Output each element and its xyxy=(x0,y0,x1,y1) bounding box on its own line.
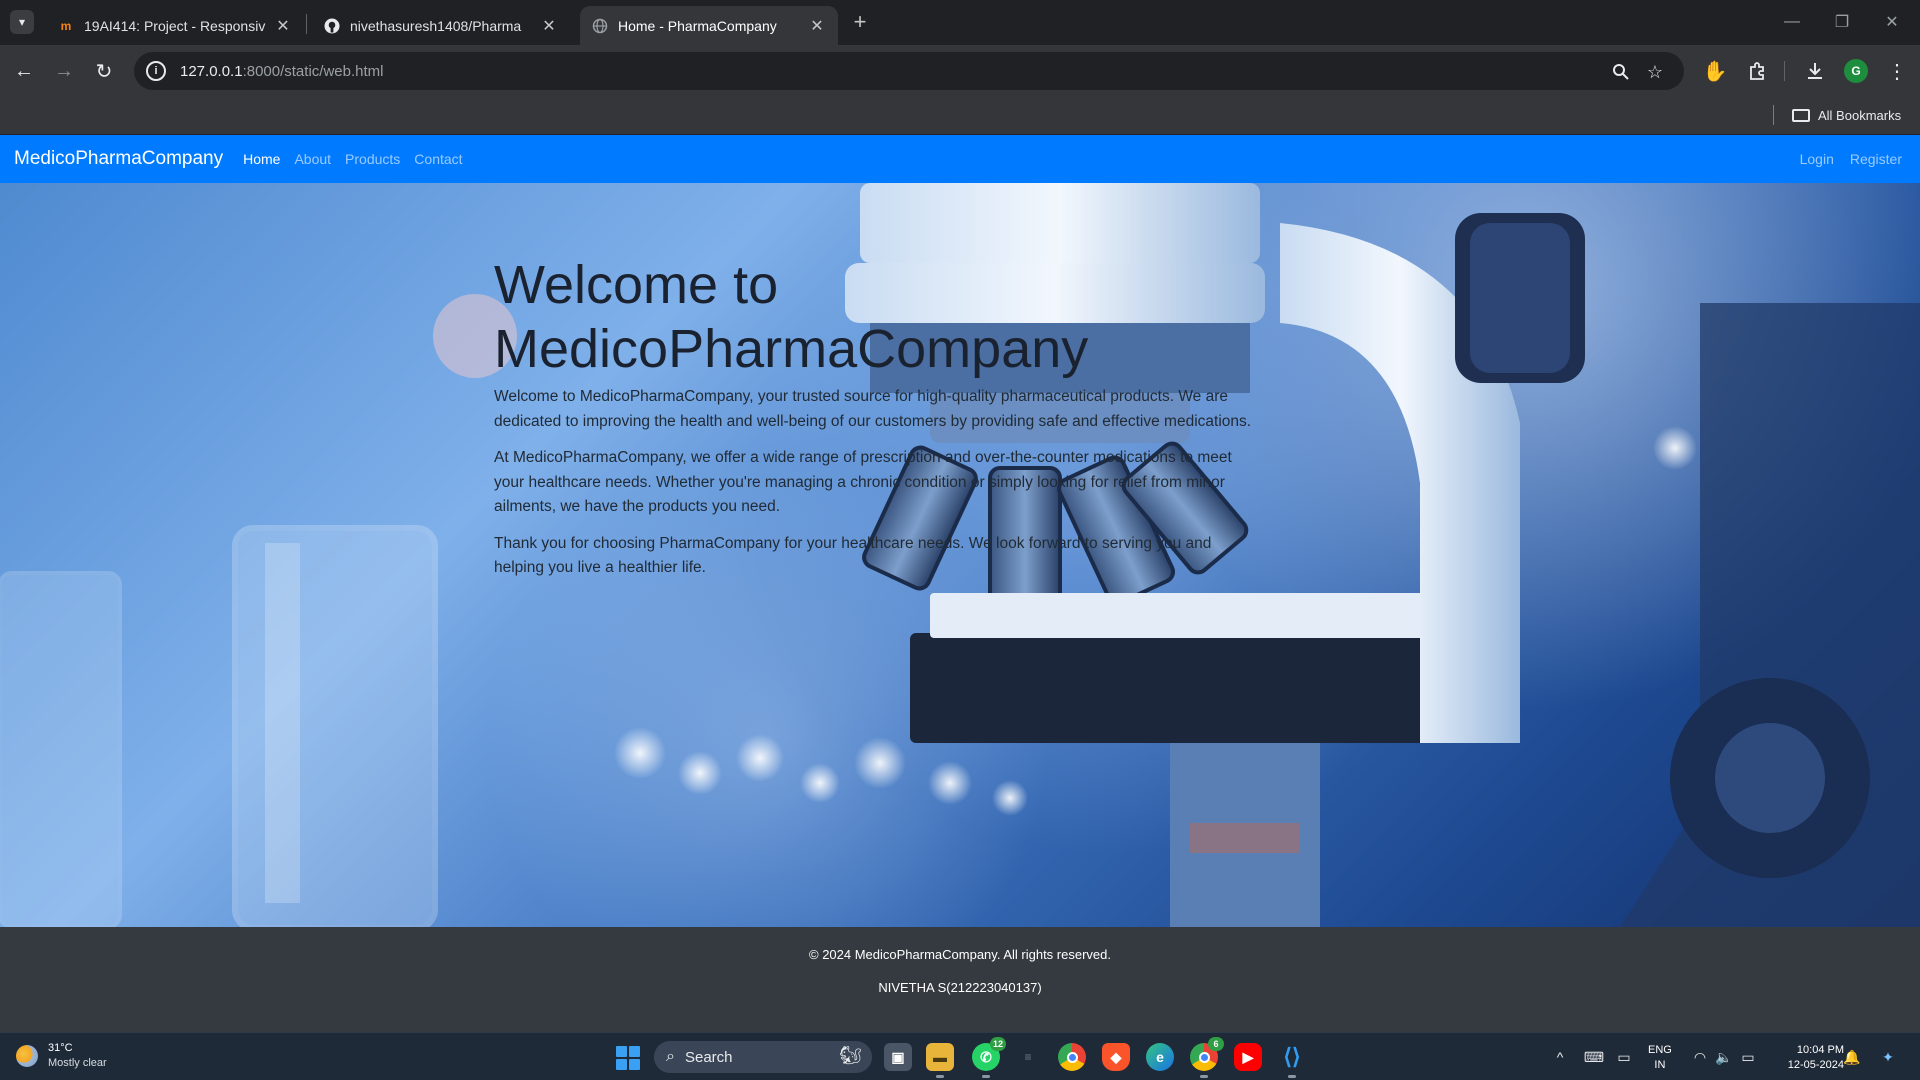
file-explorer-icon[interactable]: ▬ xyxy=(926,1043,954,1078)
task-view-icon[interactable]: ▣ xyxy=(884,1043,912,1071)
reload-icon[interactable]: ↻ xyxy=(88,55,120,87)
chrome-profile-icon[interactable]: 6 xyxy=(1190,1037,1224,1078)
browser-toolbar: ← → ↻ i 127.0.0.1:8000/static/web.html ☆… xyxy=(0,45,1920,97)
hero-title: Welcome to MedicoPharmaCompany xyxy=(494,255,1089,379)
tab-title: 19AI414: Project - Responsive W xyxy=(84,17,266,34)
tab-separator xyxy=(306,14,307,34)
tab-search-button[interactable]: ▾ xyxy=(10,10,34,34)
url-text[interactable]: 127.0.0.1:8000/static/web.html xyxy=(180,63,383,80)
youtube-icon[interactable]: ▶ xyxy=(1234,1043,1262,1071)
moodle-icon: m xyxy=(60,18,72,33)
search-icon: ⌕ xyxy=(666,1048,675,1065)
bookmarks-bar: All Bookmarks xyxy=(0,97,1920,135)
close-icon[interactable]: ✕ xyxy=(808,17,826,35)
nav-home[interactable]: Home xyxy=(243,151,280,167)
wifi-icon[interactable]: ◠ xyxy=(1690,1047,1710,1067)
kebab-menu-icon[interactable]: ⋮ xyxy=(1882,56,1912,86)
github-icon xyxy=(324,18,340,34)
nav-register[interactable]: Register xyxy=(1850,151,1902,167)
site-info-icon[interactable]: i xyxy=(146,61,166,81)
close-icon[interactable]: ✕ xyxy=(540,17,558,35)
forward-icon[interactable]: → xyxy=(48,55,80,87)
tab-home-pharmacompany[interactable]: Home - PharmaCompany ✕ xyxy=(580,6,838,45)
battery-icon[interactable]: ▭ xyxy=(1738,1047,1758,1067)
weather-condition: Mostly clear xyxy=(48,1057,107,1069)
tab-moodle[interactable]: m 19AI414: Project - Responsive W ✕ xyxy=(46,6,304,45)
language-indicator[interactable]: ENG IN xyxy=(1648,1043,1672,1073)
zoom-icon[interactable] xyxy=(1610,61,1632,83)
vscode-icon[interactable]: ⟨⟩ xyxy=(1278,1043,1306,1078)
notification-badge: 6 xyxy=(1208,1037,1224,1051)
minimize-icon[interactable]: — xyxy=(1772,8,1812,36)
folder-icon xyxy=(1792,108,1810,122)
nav-about[interactable]: About xyxy=(294,151,331,167)
taskbar: 31°C Mostly clear ⌕ Search 🐿 ▣ ▬ ✆ 12 ≡ ◆… xyxy=(0,1032,1920,1080)
edge-icon[interactable]: e xyxy=(1146,1043,1174,1071)
nav-auth-links: Login Register xyxy=(1784,151,1902,167)
brave-icon[interactable]: ◆ xyxy=(1102,1043,1130,1071)
notification-badge: 12 xyxy=(989,1037,1006,1051)
system-clock[interactable]: 10:04 PM 12-05-2024 xyxy=(1762,1043,1844,1073)
toolbar-separator xyxy=(1784,61,1785,81)
tab-strip: ▾ m 19AI414: Project - Responsive W ✕ ni… xyxy=(0,0,1920,45)
taskbar-search[interactable]: ⌕ Search 🐿 xyxy=(654,1041,872,1073)
copilot-icon[interactable]: ✦ xyxy=(1878,1047,1898,1067)
weather-moon-icon xyxy=(16,1045,38,1067)
bookmark-star-icon[interactable]: ☆ xyxy=(1644,61,1666,83)
site-footer: © 2024 MedicoPharmaCompany. All rights r… xyxy=(0,927,1920,1032)
tab-title: Home - PharmaCompany xyxy=(618,17,777,34)
whatsapp-icon[interactable]: ✆ 12 xyxy=(972,1037,1006,1078)
nav-contact[interactable]: Contact xyxy=(414,151,462,167)
address-bar[interactable]: i 127.0.0.1:8000/static/web.html ☆ xyxy=(134,52,1684,90)
hero-section: Welcome to MedicoPharmaCompany Welcome t… xyxy=(0,183,1920,927)
restore-icon[interactable]: ❐ xyxy=(1822,8,1862,36)
taskbar-search-label: Search xyxy=(684,1048,733,1066)
chevron-up-icon[interactable]: ^ xyxy=(1550,1047,1570,1067)
back-icon[interactable]: ← xyxy=(8,55,40,87)
hero-paragraph: Welcome to MedicoPharmaCompany, your tru… xyxy=(494,388,1252,430)
windows-start-icon[interactable] xyxy=(616,1046,640,1070)
keyboard-icon[interactable]: ⌨ xyxy=(1584,1047,1604,1067)
display-icon[interactable]: ▭ xyxy=(1614,1047,1634,1067)
hero-paragraph: At MedicoPharmaCompany, we offer a wide … xyxy=(494,449,1232,515)
chrome-icon[interactable] xyxy=(1058,1043,1086,1071)
weather-temp: 31°C xyxy=(48,1042,73,1054)
site-navbar: MedicoPharmaCompany Home About Products … xyxy=(0,135,1920,183)
search-highlight-icon: 🐿 xyxy=(839,1045,862,1065)
bookmarks-separator xyxy=(1773,105,1774,125)
footer-copyright: © 2024 MedicoPharmaCompany. All rights r… xyxy=(809,947,1111,962)
nav-links: Home About Products Contact xyxy=(243,151,476,167)
hero-paragraph: Thank you for choosing PharmaCompany for… xyxy=(494,534,1212,577)
site-brand[interactable]: MedicoPharmaCompany xyxy=(14,148,223,170)
all-bookmarks-label: All Bookmarks xyxy=(1818,107,1902,123)
download-icon[interactable] xyxy=(1800,56,1830,86)
new-tab-button[interactable]: + xyxy=(848,9,872,34)
footer-credit: NIVETHA S(212223040137) xyxy=(878,980,1042,995)
app-icon[interactable]: ≡ xyxy=(1014,1043,1042,1071)
notification-bell-icon[interactable]: 🔔 xyxy=(1842,1047,1862,1067)
hero-content: Welcome to MedicoPharmaCompany Welcome t… xyxy=(494,253,1264,581)
tab-github[interactable]: nivethasuresh1408/Pharma ✕ xyxy=(312,6,570,45)
weather-widget[interactable]: 31°C Mostly clear xyxy=(16,1041,107,1071)
extensions-icon[interactable] xyxy=(1742,56,1772,86)
close-window-icon[interactable]: ✕ xyxy=(1872,8,1912,36)
brave-extension-icon[interactable]: ✋ xyxy=(1700,56,1730,86)
nav-products[interactable]: Products xyxy=(345,151,400,167)
page-viewport: MedicoPharmaCompany Home About Products … xyxy=(0,135,1920,1032)
nav-login[interactable]: Login xyxy=(1800,151,1834,167)
close-icon[interactable]: ✕ xyxy=(274,17,292,35)
tab-title: nivethasuresh1408/Pharma xyxy=(350,17,522,34)
all-bookmarks-button[interactable]: All Bookmarks xyxy=(1792,103,1901,127)
volume-icon[interactable]: 🔈 xyxy=(1714,1047,1734,1067)
profile-avatar[interactable]: G xyxy=(1844,59,1868,83)
globe-icon xyxy=(592,18,608,34)
